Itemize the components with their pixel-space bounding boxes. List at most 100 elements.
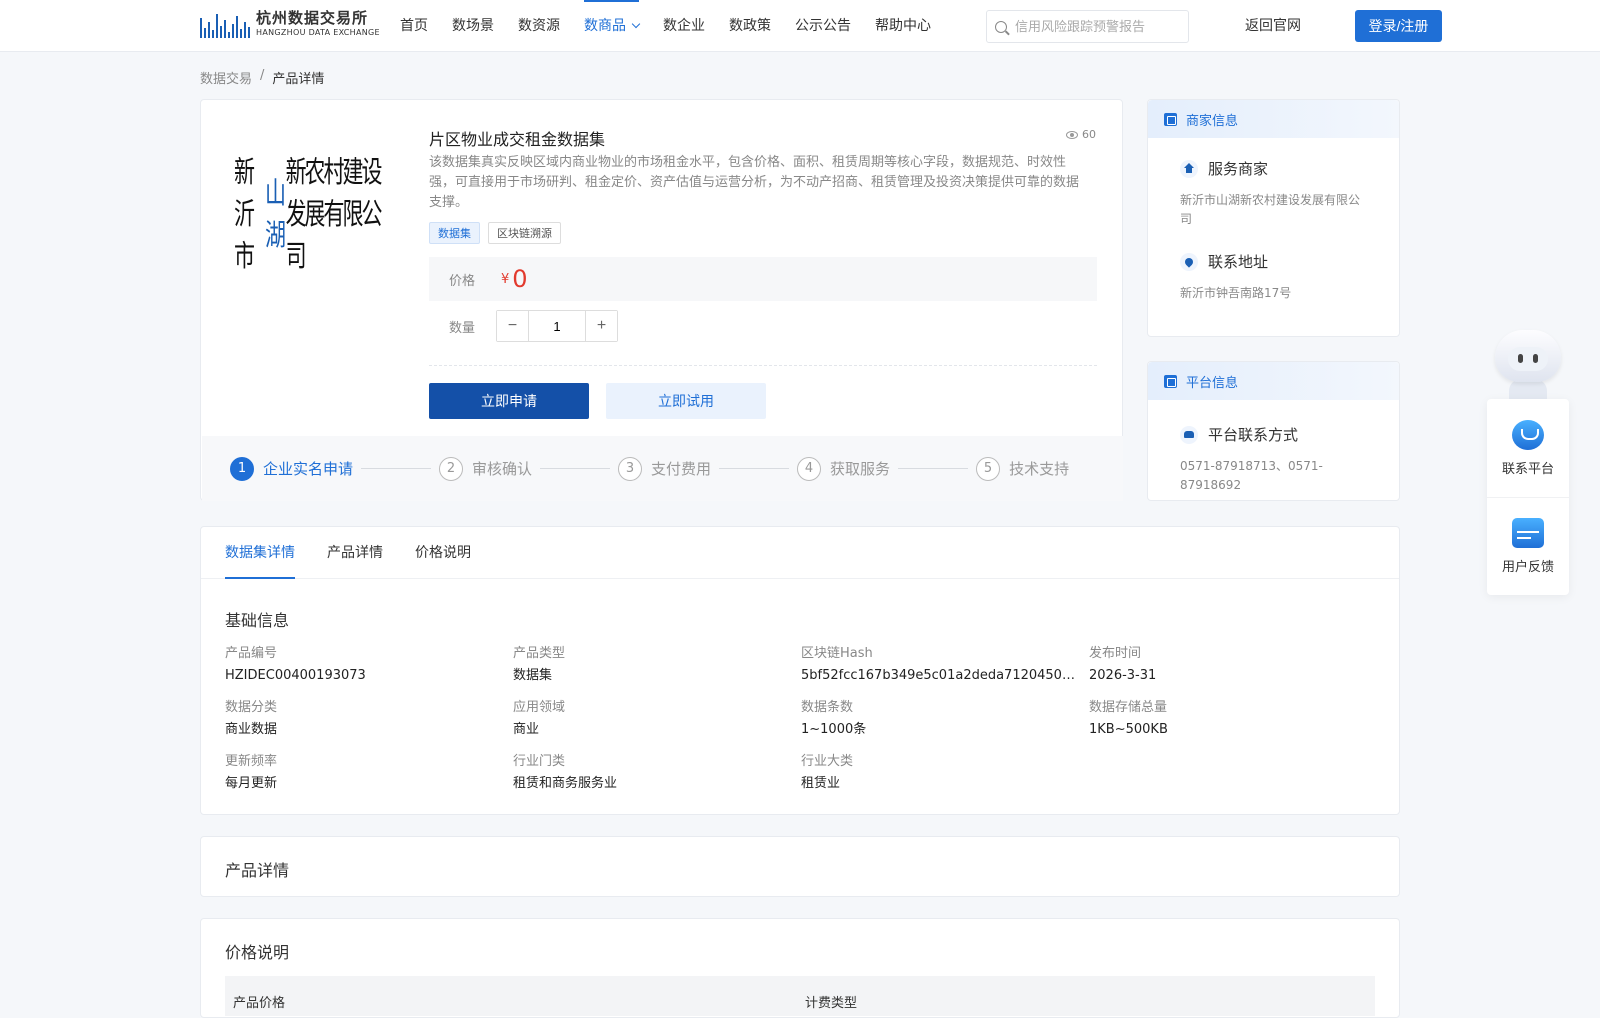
plus-icon[interactable]: + <box>586 311 617 341</box>
apply-now-button[interactable]: 立即申请 <box>429 383 589 419</box>
price-label: 价格 <box>449 273 476 289</box>
field-value: 2026-3-31 <box>1089 668 1157 683</box>
merchant-info-header: 商家信息 <box>1148 100 1399 138</box>
field-label: 发布时间 <box>1089 646 1142 661</box>
merchant-info-card: 商家信息 服务商家 新沂市山湖新农村建设发展有限公司 联系地址 新沂市钟吾南路1… <box>1147 99 1400 337</box>
monitor-icon <box>1164 374 1177 388</box>
nav-policies[interactable]: 数政策 <box>729 0 771 52</box>
nav-enterprises[interactable]: 数企业 <box>663 0 705 52</box>
price-info-title: 价格说明 <box>225 943 290 962</box>
search-input[interactable] <box>1015 19 1175 34</box>
platform-info-title: 平台信息 <box>1186 375 1239 391</box>
nav-help[interactable]: 帮助中心 <box>875 0 931 52</box>
nav-products-label: 数商品 <box>584 18 626 34</box>
price-table-header: 产品价格 计费类型 <box>225 976 1375 1016</box>
product-image: 新沂市 山湖 新农村建设发展有限公司 <box>234 156 399 274</box>
tab-dataset-details[interactable]: 数据集详情 <box>225 527 295 579</box>
field-value: 1~1000条 <box>801 722 867 737</box>
step-connector <box>361 468 432 469</box>
login-register-button[interactable]: 登录/注册 <box>1355 10 1442 42</box>
tab-product-details[interactable]: 产品详情 <box>327 527 383 579</box>
field-label: 数据条数 <box>801 700 854 715</box>
step-5: 5 技术支持 <box>976 456 1070 481</box>
step-number: 3 <box>618 456 643 481</box>
logo-title: 杭州数据交易所 <box>256 9 369 27</box>
tag-blockchain: 区块链溯源 <box>488 222 561 244</box>
step-4: 4 获取服务 <box>797 456 890 481</box>
location-pin-icon <box>1180 252 1198 271</box>
breadcrumb-root[interactable]: 数据交易 <box>200 68 252 87</box>
field-industry-sector: 行业门类租赁和商务服务业 <box>513 753 801 794</box>
step-number: 5 <box>976 456 1001 481</box>
site-logo[interactable]: 杭州数据交易所 HANGZHOU DATA EXCHANGE <box>200 10 380 38</box>
feedback-icon <box>1512 518 1544 548</box>
step-2: 2 审核确认 <box>439 456 533 481</box>
field-record-count: 数据条数 1~1000条 <box>801 699 1089 740</box>
quantity-input[interactable] <box>528 311 586 341</box>
product-detail-section: 产品详情 <box>200 836 1400 897</box>
step-connector <box>719 468 790 469</box>
details-tabs-card: 数据集详情 产品详情 价格说明 基础信息 产品编号 HZIDEC004001930… <box>200 526 1400 815</box>
field-value: 租赁业 <box>801 776 841 791</box>
field-value: 租赁和商务服务业 <box>513 776 618 791</box>
breadcrumb-current: 产品详情 <box>272 72 325 87</box>
eye-icon <box>1066 130 1078 139</box>
field-label: 应用领域 <box>513 700 566 715</box>
search-icon[interactable] <box>995 20 1007 33</box>
field-label: 区块链Hash <box>801 646 873 661</box>
column-header-price: 产品价格 <box>233 996 286 1011</box>
minus-icon[interactable]: − <box>497 311 528 341</box>
field-application-domain: 应用领域 商业 <box>513 699 801 740</box>
contact-platform-button[interactable]: 联系平台 <box>1487 399 1569 497</box>
service-merchant-name: 新沂市山湖新农村建设发展有限公司 <box>1180 193 1361 226</box>
logo-subtitle: HANGZHOU DATA EXCHANGE <box>256 28 380 37</box>
field-product-type: 产品类型 数据集 <box>513 645 801 686</box>
field-value: 商业 <box>513 722 540 737</box>
user-feedback-button[interactable]: 用户反馈 <box>1487 497 1569 595</box>
home-icon <box>1180 159 1198 178</box>
field-industry-category: 行业大类 租赁业 <box>801 753 1089 794</box>
nav-announcements[interactable]: 公示公告 <box>795 0 851 52</box>
try-now-button[interactable]: 立即试用 <box>606 383 766 419</box>
field-value: 5bf52fcc167b349e5c01a2deda7120450b4... <box>801 668 1081 683</box>
nav-scenes[interactable]: 数场景 <box>452 0 494 52</box>
step-connector <box>540 468 611 469</box>
quantity-row: 数量 − + <box>429 310 618 342</box>
nav-home[interactable]: 首页 <box>400 0 428 52</box>
nav-resources[interactable]: 数资源 <box>518 0 560 52</box>
search-box <box>986 10 1189 43</box>
headset-icon <box>1512 419 1544 450</box>
floating-service-panel: 联系平台 用户反馈 <box>1487 399 1569 595</box>
field-label: 行业大类 <box>801 754 854 769</box>
user-feedback-label: 用户反馈 <box>1501 560 1554 575</box>
currency-symbol: ¥ <box>501 271 510 287</box>
field-product-id: 产品编号 HZIDEC00400193073 <box>225 645 513 686</box>
step-label: 审核确认 <box>472 460 533 478</box>
breadcrumb: 数据交易 / 产品详情 <box>200 68 324 87</box>
nav-products[interactable]: 数商品 <box>584 0 641 52</box>
field-blockchain-hash: 区块链Hash 5bf52fcc167b349e5c01a2deda7120450… <box>801 645 1089 686</box>
chevron-down-icon <box>631 19 641 29</box>
platform-phone: 0571-87918713、0571-87918692 <box>1180 459 1323 492</box>
field-label: 产品类型 <box>513 646 566 661</box>
field-label: 数据分类 <box>225 700 278 715</box>
price-value: 0 <box>512 265 528 293</box>
field-data-category: 数据分类 商业数据 <box>225 699 513 740</box>
field-label: 数据存储总量 <box>1089 700 1168 715</box>
field-label: 产品编号 <box>225 646 278 661</box>
field-label: 行业门类 <box>513 754 566 769</box>
address-title: 联系地址 <box>1208 253 1269 271</box>
contact-platform-label: 联系平台 <box>1501 461 1554 477</box>
step-3: 3 支付费用 <box>618 456 711 481</box>
tab-price-info[interactable]: 价格说明 <box>415 527 471 579</box>
assistant-robot-icon[interactable] <box>1487 323 1569 403</box>
field-update-frequency: 更新频率 每月更新 <box>225 753 513 794</box>
service-merchant-title: 服务商家 <box>1208 160 1269 178</box>
platform-info-card: 平台信息 平台联系方式 0571-87918713、0571-87918692 <box>1147 361 1400 501</box>
step-label: 技术支持 <box>1009 460 1070 478</box>
product-description: 该数据集真实反映区域内商业物业的市场租金水平，包含价格、面积、租赁周期等核心字段… <box>429 155 1080 210</box>
process-steps: 1 企业实名申请 2 审核确认 3 支付费用 4 获取服务 5 技术支持 <box>202 436 1123 501</box>
return-home-link[interactable]: 返回官网 <box>1245 0 1301 52</box>
address-value: 新沂市钟吾南路17号 <box>1180 286 1292 300</box>
field-label: 更新频率 <box>225 754 278 769</box>
